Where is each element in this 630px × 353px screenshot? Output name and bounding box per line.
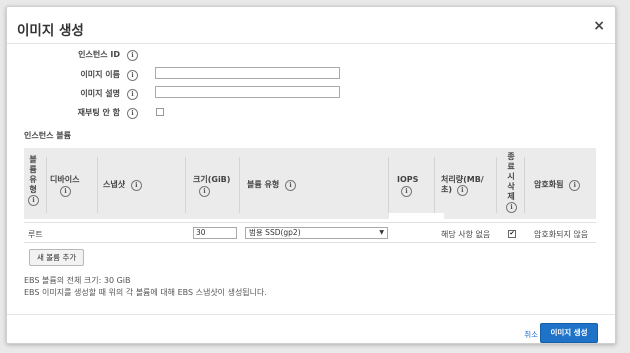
header-volume-kind-label: 볼륨 유형 (247, 180, 280, 189)
column-separator (239, 157, 240, 213)
header-size-label: 크기(GiB) (193, 175, 231, 184)
no-reboot-row: 재부팅 안 함 (7, 107, 120, 119)
header-delete-char: 종 (507, 152, 515, 161)
image-desc-input[interactable] (155, 86, 340, 98)
row-bottom-border (24, 242, 596, 243)
add-volume-button[interactable]: 새 볼륨 추가 (29, 249, 85, 266)
column-separator (434, 157, 435, 213)
delete-info-icon[interactable]: i (506, 202, 517, 213)
volume-type-info-icon[interactable]: i (28, 195, 39, 206)
column-separator (46, 157, 47, 213)
header-snapshot: 스냅샷 i (103, 180, 142, 191)
image-name-input[interactable] (155, 67, 340, 79)
header-volume-kind: 볼륨 유형 i (247, 180, 297, 191)
header-device: 디바이스 i (50, 175, 79, 197)
image-name-info-icon[interactable]: i (127, 70, 138, 81)
header-delete-char: 삭 (507, 182, 515, 191)
header-delete-on-termination: 종 료 시 삭 제 i (506, 152, 517, 213)
column-separator (185, 157, 186, 213)
create-image-button[interactable]: 이미지 생성 (540, 323, 598, 343)
header-encryption-label: 암호화됨 (534, 180, 564, 189)
volume-type-select-value: 범용 SSD(gp2) (249, 228, 301, 237)
image-desc-info-icon[interactable]: i (127, 89, 138, 100)
image-desc-row: 이미지 설명 (7, 88, 120, 100)
header-throughput: 처리량(MB/ 초) i (441, 175, 484, 196)
header-delete-char: 시 (507, 172, 515, 181)
encryption-info-icon[interactable]: i (569, 180, 581, 191)
total-size-note: EBS 볼륨의 전체 크기: 30 GiB (24, 276, 131, 285)
header-delete-char: 료 (507, 162, 515, 171)
cancel-link[interactable]: 취소 (524, 329, 538, 340)
volume-type-cell: 루트 (28, 230, 43, 239)
throughput-info-icon[interactable]: i (456, 185, 468, 196)
header-volume-type: 볼 륨 유 형 i (28, 155, 39, 206)
close-icon[interactable]: × (593, 19, 605, 33)
no-reboot-info-icon[interactable]: i (127, 108, 138, 119)
header-encryption: 암호화됨 i (534, 180, 581, 191)
header-divider (7, 43, 615, 44)
header-throughput-label: 처리량(MB/ (441, 175, 484, 184)
header-throughput-label: 초) (441, 185, 453, 194)
header-size: 크기(GiB) i (193, 175, 230, 197)
size-info-icon[interactable]: i (199, 186, 210, 197)
delete-on-termination-checkbox[interactable]: ✔ (508, 230, 516, 238)
encryption-cell: 암호화되지 않음 (534, 230, 589, 239)
volumes-section-title: 인스턴스 볼륨 (24, 131, 71, 140)
dropdown-caret-icon: ▼ (379, 229, 384, 236)
snapshot-info-note: EBS 이미지를 생성할 때 위의 각 볼륨에 대해 EBS 스냅샷이 생성됩니… (24, 288, 267, 297)
row-top-border (24, 222, 596, 223)
column-separator (524, 157, 525, 213)
header-volume-type-char: 륨 (29, 165, 37, 174)
header-snapshot-label: 스냅샷 (103, 180, 126, 189)
instance-id-info-icon[interactable]: i (127, 50, 138, 61)
image-name-label: 이미지 이름 (80, 70, 120, 79)
column-separator (388, 157, 389, 213)
snapshot-info-icon[interactable]: i (130, 180, 142, 191)
iops-column-gap (389, 213, 444, 222)
instance-id-row: 인스턴스 ID (7, 49, 120, 61)
dialog-title: 이미지 생성 (17, 23, 84, 39)
header-iops: IOPS i (397, 175, 418, 197)
volume-type-select[interactable]: 범용 SSD(gp2) ▼ (245, 227, 388, 239)
no-reboot-checkbox[interactable] (156, 108, 164, 116)
create-image-dialog: 이미지 생성 × 인스턴스 ID i 이미지 이름 i 이미지 설명 i 재부팅… (6, 6, 616, 344)
header-device-label: 디바이스 (50, 175, 80, 184)
volume-kind-info-icon[interactable]: i (285, 180, 297, 191)
device-info-icon[interactable]: i (60, 186, 71, 197)
column-separator (97, 157, 98, 213)
image-name-row: 이미지 이름 (7, 69, 120, 81)
header-volume-type-char: 볼 (29, 155, 37, 164)
header-volume-type-char: 유 (29, 175, 37, 184)
image-desc-label: 이미지 설명 (80, 89, 120, 98)
header-iops-label: IOPS (397, 175, 419, 184)
header-delete-char: 제 (507, 192, 515, 201)
iops-info-icon[interactable]: i (401, 186, 412, 197)
volume-size-input[interactable]: 30 (193, 227, 237, 239)
throughput-cell: 해당 사항 없음 (441, 230, 491, 239)
instance-id-label: 인스턴스 ID (78, 50, 120, 59)
header-volume-type-char: 형 (29, 185, 37, 194)
footer-divider (7, 314, 615, 315)
column-separator (496, 157, 497, 213)
no-reboot-label: 재부팅 안 함 (77, 108, 120, 117)
